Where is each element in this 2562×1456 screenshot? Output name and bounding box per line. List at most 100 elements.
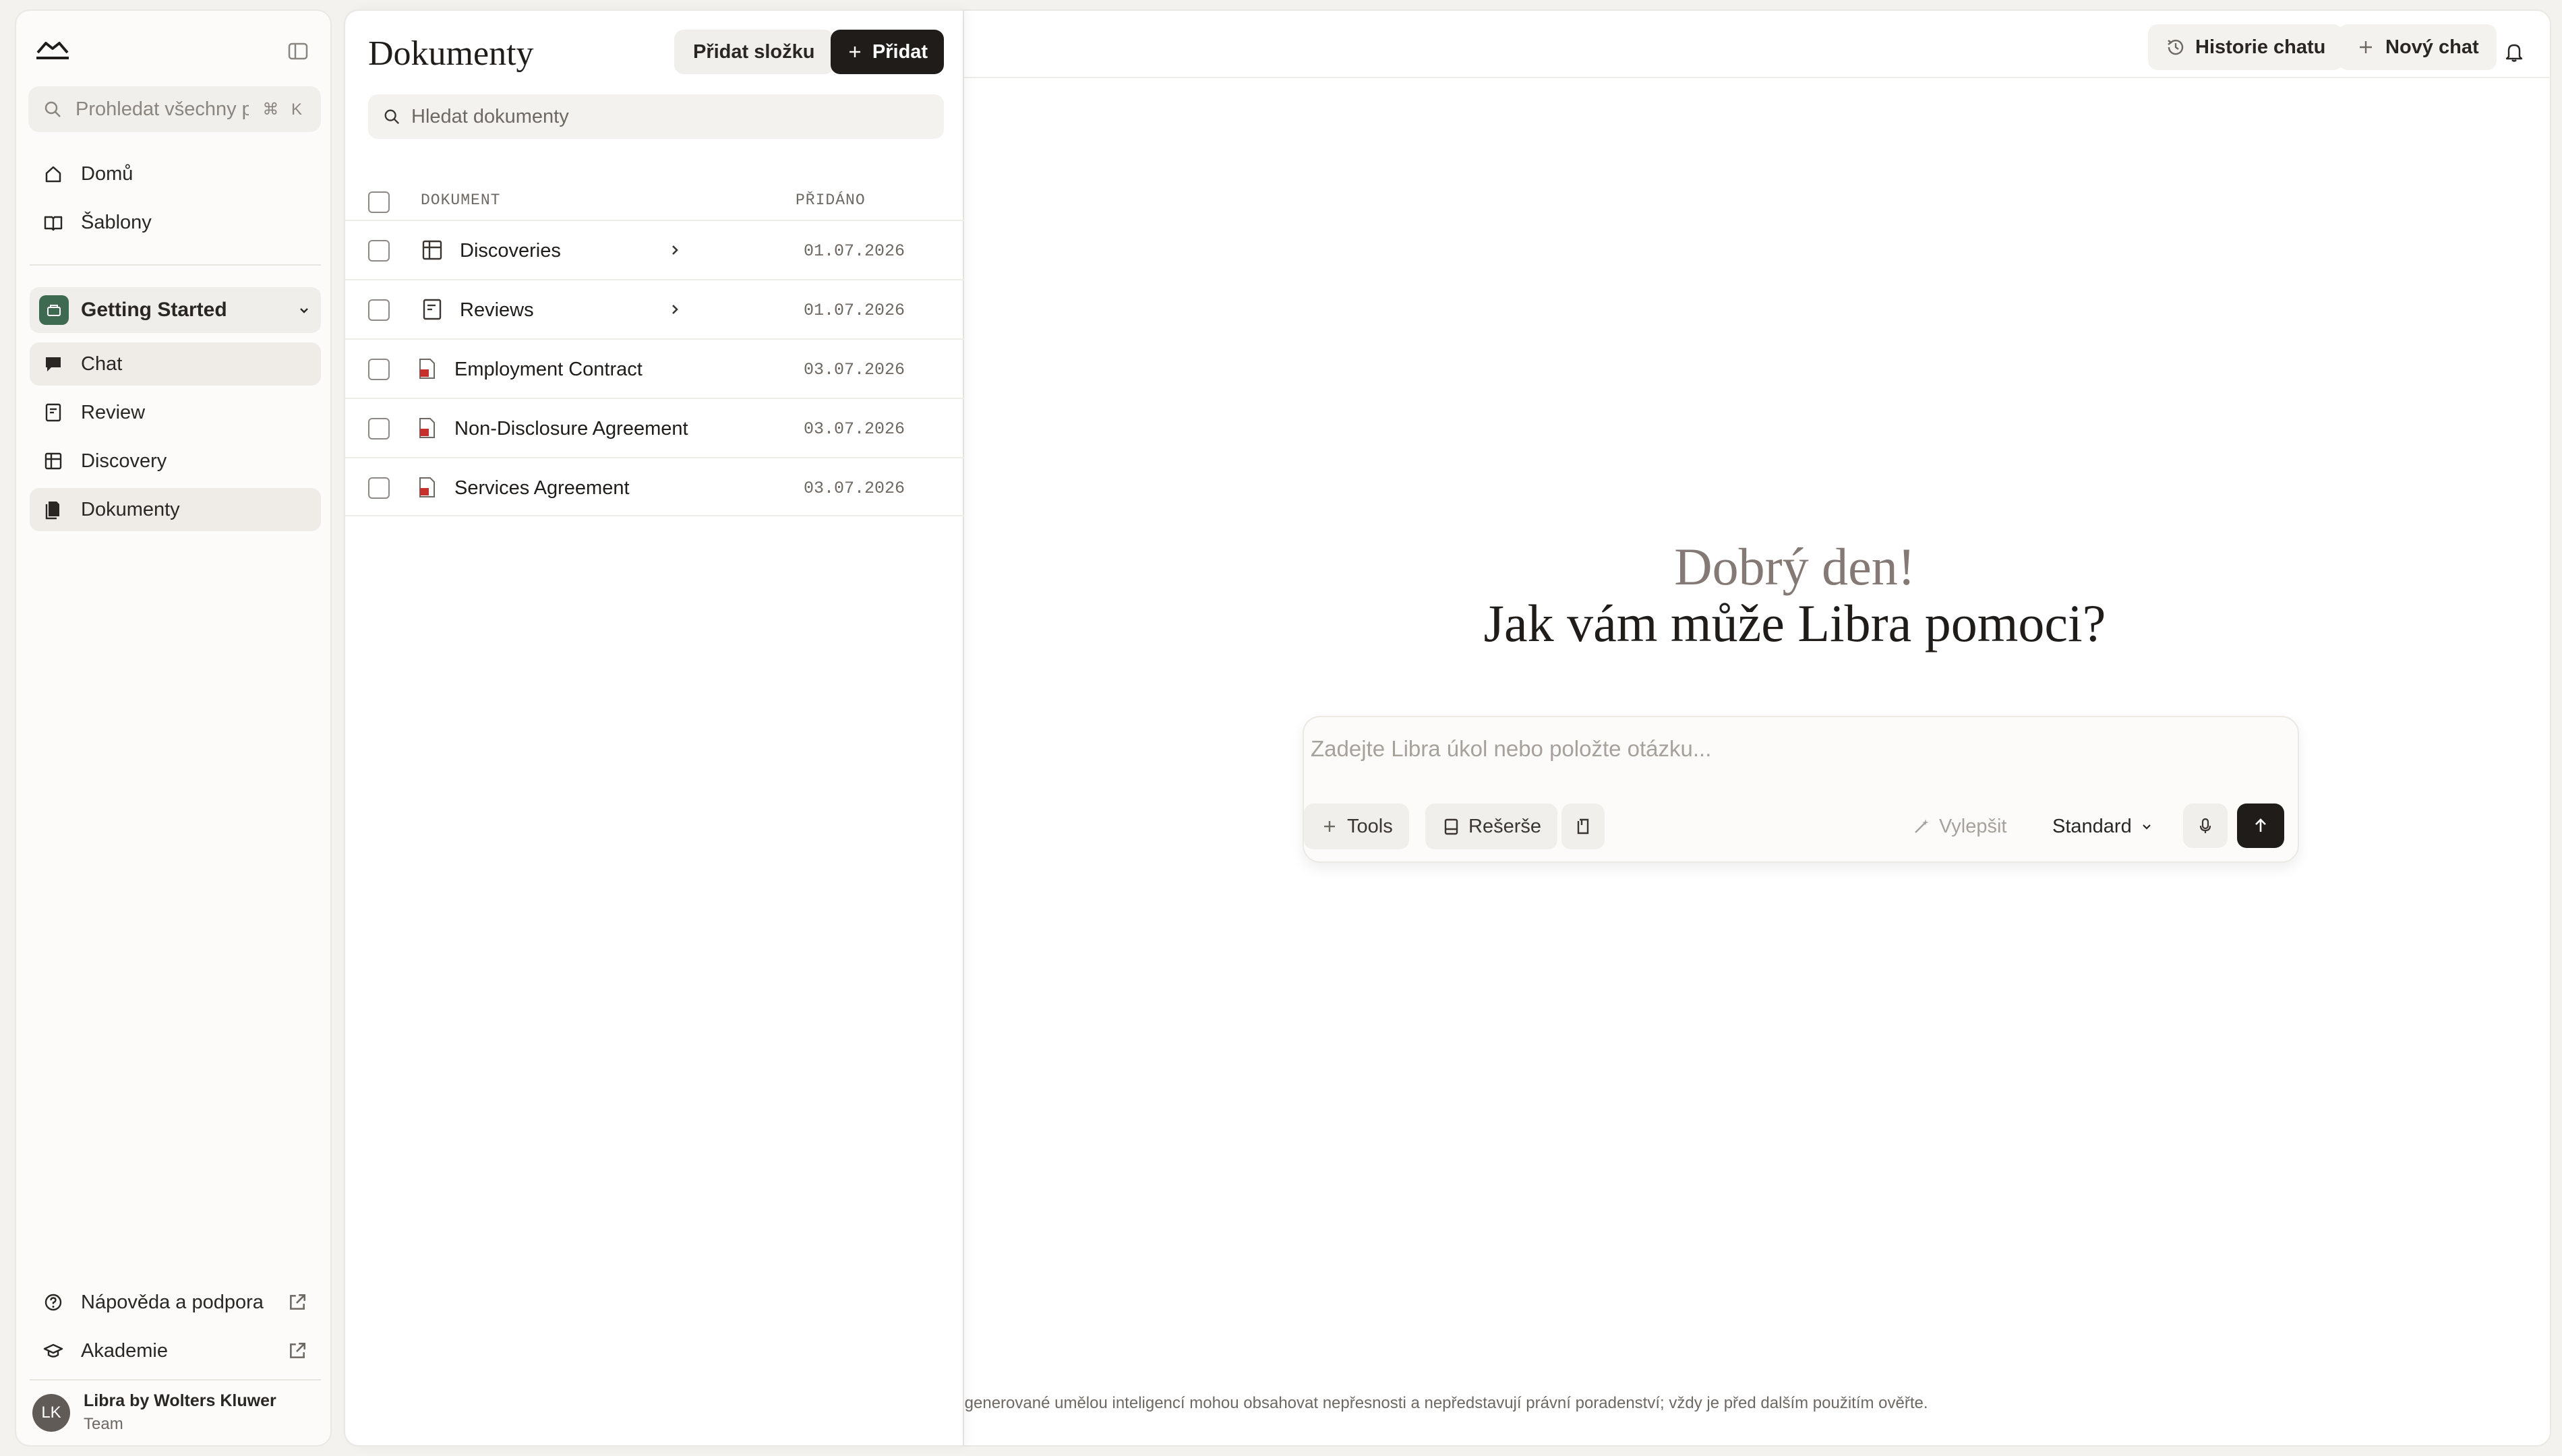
profile-role: Team bbox=[84, 1415, 123, 1433]
book-icon bbox=[44, 216, 63, 231]
arrow-up-icon bbox=[2255, 818, 2266, 832]
chevron-right-icon[interactable] bbox=[665, 299, 685, 320]
mode-selector[interactable]: Standard bbox=[2052, 803, 2153, 849]
research-button[interactable]: Rešerše bbox=[1425, 803, 1557, 849]
documents-title: Dokumenty bbox=[368, 34, 534, 73]
nav-academy[interactable]: Akademie bbox=[30, 1329, 321, 1372]
search-icon bbox=[384, 109, 400, 125]
libra-logo-icon[interactable] bbox=[34, 36, 71, 63]
chevron-down-icon bbox=[300, 308, 308, 313]
external-link-icon bbox=[290, 1343, 305, 1358]
plus-icon bbox=[849, 47, 860, 57]
row-name: Discoveries bbox=[460, 240, 561, 262]
nav-documents[interactable]: Dokumenty bbox=[30, 488, 321, 531]
nav-documents-label: Dokumenty bbox=[81, 498, 180, 520]
wand-icon bbox=[1915, 819, 1929, 833]
table-row[interactable]: Non-Disclosure Agreement 03.07.2026 bbox=[345, 398, 964, 457]
nav-discovery-label: Discovery bbox=[81, 450, 167, 472]
table-icon bbox=[422, 240, 442, 260]
sidebar: Prohledat všechny p... ⌘ K Domů Šablony … bbox=[15, 9, 332, 1447]
add-folder-button[interactable]: Přidat složku bbox=[674, 30, 834, 74]
tools-button[interactable]: Tools bbox=[1304, 803, 1409, 849]
chat-composer[interactable]: Zadejte Libra úkol nebo položte otázku..… bbox=[1303, 716, 2299, 863]
new-chat-button[interactable]: Nový chat bbox=[2338, 24, 2497, 70]
workspace-selector[interactable]: Getting Started bbox=[30, 287, 321, 333]
documents-search-placeholder: Hledat dokumenty bbox=[411, 105, 569, 127]
nav-academy-label: Akademie bbox=[81, 1339, 168, 1362]
ai-disclaimer: y generované umělou inteligencí mohou ob… bbox=[952, 1394, 1928, 1412]
table-row[interactable]: Services Agreement 03.07.2026 bbox=[345, 457, 964, 516]
chat-history-button[interactable]: Historie chatu bbox=[2148, 24, 2344, 70]
pdf-file-icon bbox=[419, 477, 435, 497]
global-search-input[interactable]: Prohledat všechny p... ⌘ K bbox=[28, 86, 321, 132]
row-date: 03.07.2026 bbox=[804, 479, 905, 498]
search-shortcut: ⌘ K bbox=[262, 100, 306, 119]
nav-discovery[interactable]: Discovery bbox=[30, 439, 321, 483]
mode-label: Standard bbox=[2052, 815, 2132, 837]
graduation-icon bbox=[43, 1343, 63, 1358]
chevron-right-icon[interactable] bbox=[665, 240, 685, 260]
nav-help[interactable]: Nápověda a podpora bbox=[30, 1281, 321, 1324]
row-checkbox[interactable] bbox=[368, 299, 390, 321]
row-date: 01.07.2026 bbox=[804, 301, 905, 320]
row-date: 03.07.2026 bbox=[804, 419, 905, 439]
column-header-document: DOKUMENT bbox=[421, 191, 501, 209]
plus-icon bbox=[1324, 821, 1335, 832]
add-document-label: Přidat bbox=[872, 40, 928, 63]
user-profile[interactable]: LK Libra by Wolters Kluwer Team bbox=[32, 1391, 276, 1434]
row-name: Non-Disclosure Agreement bbox=[454, 418, 688, 439]
nav-home[interactable]: Domů bbox=[30, 152, 321, 195]
row-date: 03.07.2026 bbox=[804, 360, 905, 380]
notebook-icon bbox=[1444, 818, 1458, 835]
plus-icon bbox=[2360, 41, 2372, 53]
research-label: Rešerše bbox=[1468, 815, 1541, 837]
sidebar-divider bbox=[30, 1379, 321, 1381]
nav-templates-label: Šablony bbox=[81, 211, 152, 233]
row-checkbox[interactable] bbox=[368, 418, 390, 439]
row-checkbox[interactable] bbox=[368, 477, 390, 499]
row-name: Services Agreement bbox=[454, 477, 630, 499]
row-name: Employment Contract bbox=[454, 359, 643, 380]
attach-document-button[interactable] bbox=[1561, 803, 1605, 849]
chevron-down-icon bbox=[2142, 824, 2151, 830]
search-placeholder: Prohledat všechny p... bbox=[76, 98, 249, 120]
external-link-icon bbox=[290, 1294, 305, 1310]
tools-label: Tools bbox=[1347, 815, 1393, 837]
documents-icon bbox=[45, 502, 59, 520]
table-icon bbox=[44, 452, 62, 470]
row-checkbox[interactable] bbox=[368, 240, 390, 262]
workspace-label: Getting Started bbox=[81, 299, 227, 321]
bell-icon[interactable] bbox=[2503, 40, 2526, 63]
nav-home-label: Domů bbox=[81, 162, 133, 185]
search-icon bbox=[44, 101, 61, 117]
table-row[interactable]: Discoveries 01.07.2026 bbox=[345, 220, 964, 279]
select-all-checkbox[interactable] bbox=[368, 191, 390, 213]
nav-review[interactable]: Review bbox=[30, 391, 321, 434]
collapse-sidebar-icon[interactable] bbox=[286, 39, 310, 63]
nav-templates[interactable]: Šablony bbox=[30, 201, 321, 244]
table-row[interactable]: Reviews 01.07.2026 bbox=[345, 279, 964, 338]
improve-prompt-button[interactable]: Vylepšit bbox=[1912, 803, 2006, 849]
avatar: LK bbox=[32, 1393, 70, 1432]
pdf-file-icon bbox=[419, 418, 435, 438]
nav-chat-label: Chat bbox=[81, 353, 123, 375]
help-icon bbox=[44, 1294, 62, 1311]
add-document-button[interactable]: Přidat bbox=[831, 30, 944, 74]
row-checkbox[interactable] bbox=[368, 359, 390, 380]
row-date: 01.07.2026 bbox=[804, 241, 905, 261]
chat-icon bbox=[46, 357, 61, 371]
nav-chat[interactable]: Chat bbox=[30, 342, 321, 386]
profile-name: Libra by Wolters Kluwer bbox=[84, 1391, 276, 1410]
review-icon bbox=[423, 299, 442, 320]
column-header-added: PŘIDÁNO bbox=[796, 191, 866, 209]
send-button[interactable] bbox=[2237, 803, 2284, 848]
history-icon bbox=[2168, 39, 2184, 55]
microphone-icon bbox=[2199, 818, 2211, 833]
review-icon bbox=[45, 403, 61, 422]
documents-search-input[interactable]: Hledat dokumenty bbox=[368, 94, 944, 139]
chat-input[interactable]: Zadejte Libra úkol nebo položte otázku..… bbox=[1311, 736, 1711, 762]
table-row[interactable]: Employment Contract 03.07.2026 bbox=[345, 338, 964, 398]
microphone-button[interactable] bbox=[2183, 803, 2228, 848]
sidebar-divider bbox=[30, 264, 321, 266]
documents-panel: Dokumenty Přidat složku Přidat Hledat do… bbox=[344, 9, 964, 1447]
